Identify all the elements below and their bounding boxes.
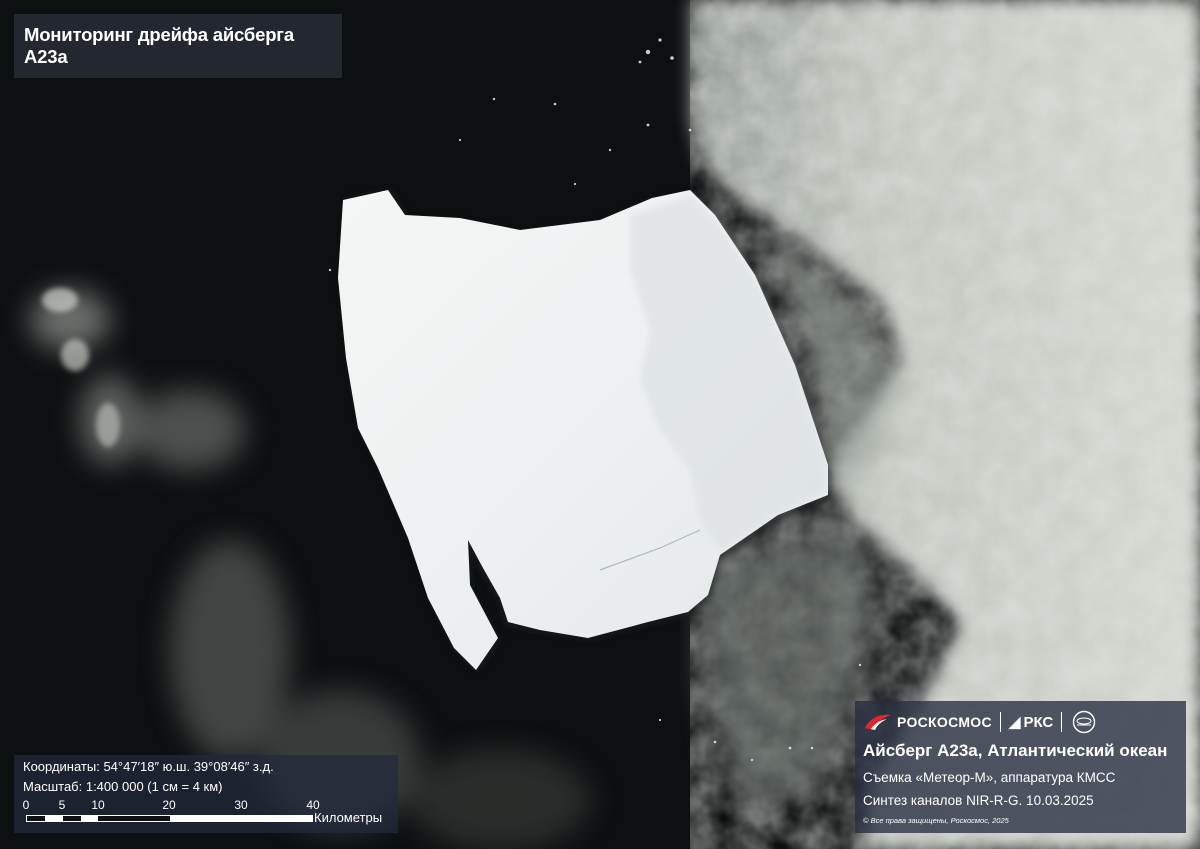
title-panel: Мониторинг дрейфа айсберга A23a bbox=[14, 14, 342, 78]
logo-divider bbox=[999, 712, 1001, 732]
roscosmos-logo-text: РОСКОСМОС bbox=[897, 714, 992, 730]
page-title: Мониторинг дрейфа айсберга A23a bbox=[24, 24, 294, 67]
roscosmos-logo-icon bbox=[865, 714, 891, 730]
scale-bar bbox=[26, 815, 313, 822]
info-panel: Координаты: 54°47′18″ ю.ш. 39°08′46″ з.д… bbox=[14, 755, 398, 833]
logos-row: РОСКОСМОС ◢ РКС bbox=[863, 709, 1096, 735]
ntsomz-emblem-icon bbox=[1073, 710, 1096, 734]
band-synthesis-date: Синтез каналов NIR-R-G. 10.03.2025 bbox=[863, 793, 1094, 808]
scale-tick-30: 30 bbox=[234, 798, 248, 812]
scale-tick-10: 10 bbox=[91, 798, 105, 812]
coordinates-text: Координаты: 54°47′18″ ю.ш. 39°08′46″ з.д… bbox=[23, 759, 274, 774]
rks-logo-text: РКС bbox=[1023, 713, 1054, 731]
scale-tick-5: 5 bbox=[58, 798, 66, 812]
scale-tick-0: 0 bbox=[22, 798, 30, 812]
scale-unit-label: Километры bbox=[314, 810, 383, 825]
scale-text: Масштаб: 1:400 000 (1 см = 4 км) bbox=[23, 779, 223, 794]
credit-panel: РОСКОСМОС ◢ РКС Айсберг A23a, Атлантичес… bbox=[855, 701, 1186, 833]
rks-logo-icon: ◢ bbox=[1008, 714, 1021, 731]
scale-tick-20: 20 bbox=[162, 798, 176, 812]
copyright-text: © Все права защищены, Роскосмос, 2025 bbox=[863, 816, 1009, 825]
logo-divider-2 bbox=[1061, 712, 1063, 732]
sensor-info: Съемка «Метеор-М», аппаратура КМСС bbox=[863, 770, 1116, 785]
image-title: Айсберг A23a, Атлантический океан bbox=[863, 741, 1168, 760]
